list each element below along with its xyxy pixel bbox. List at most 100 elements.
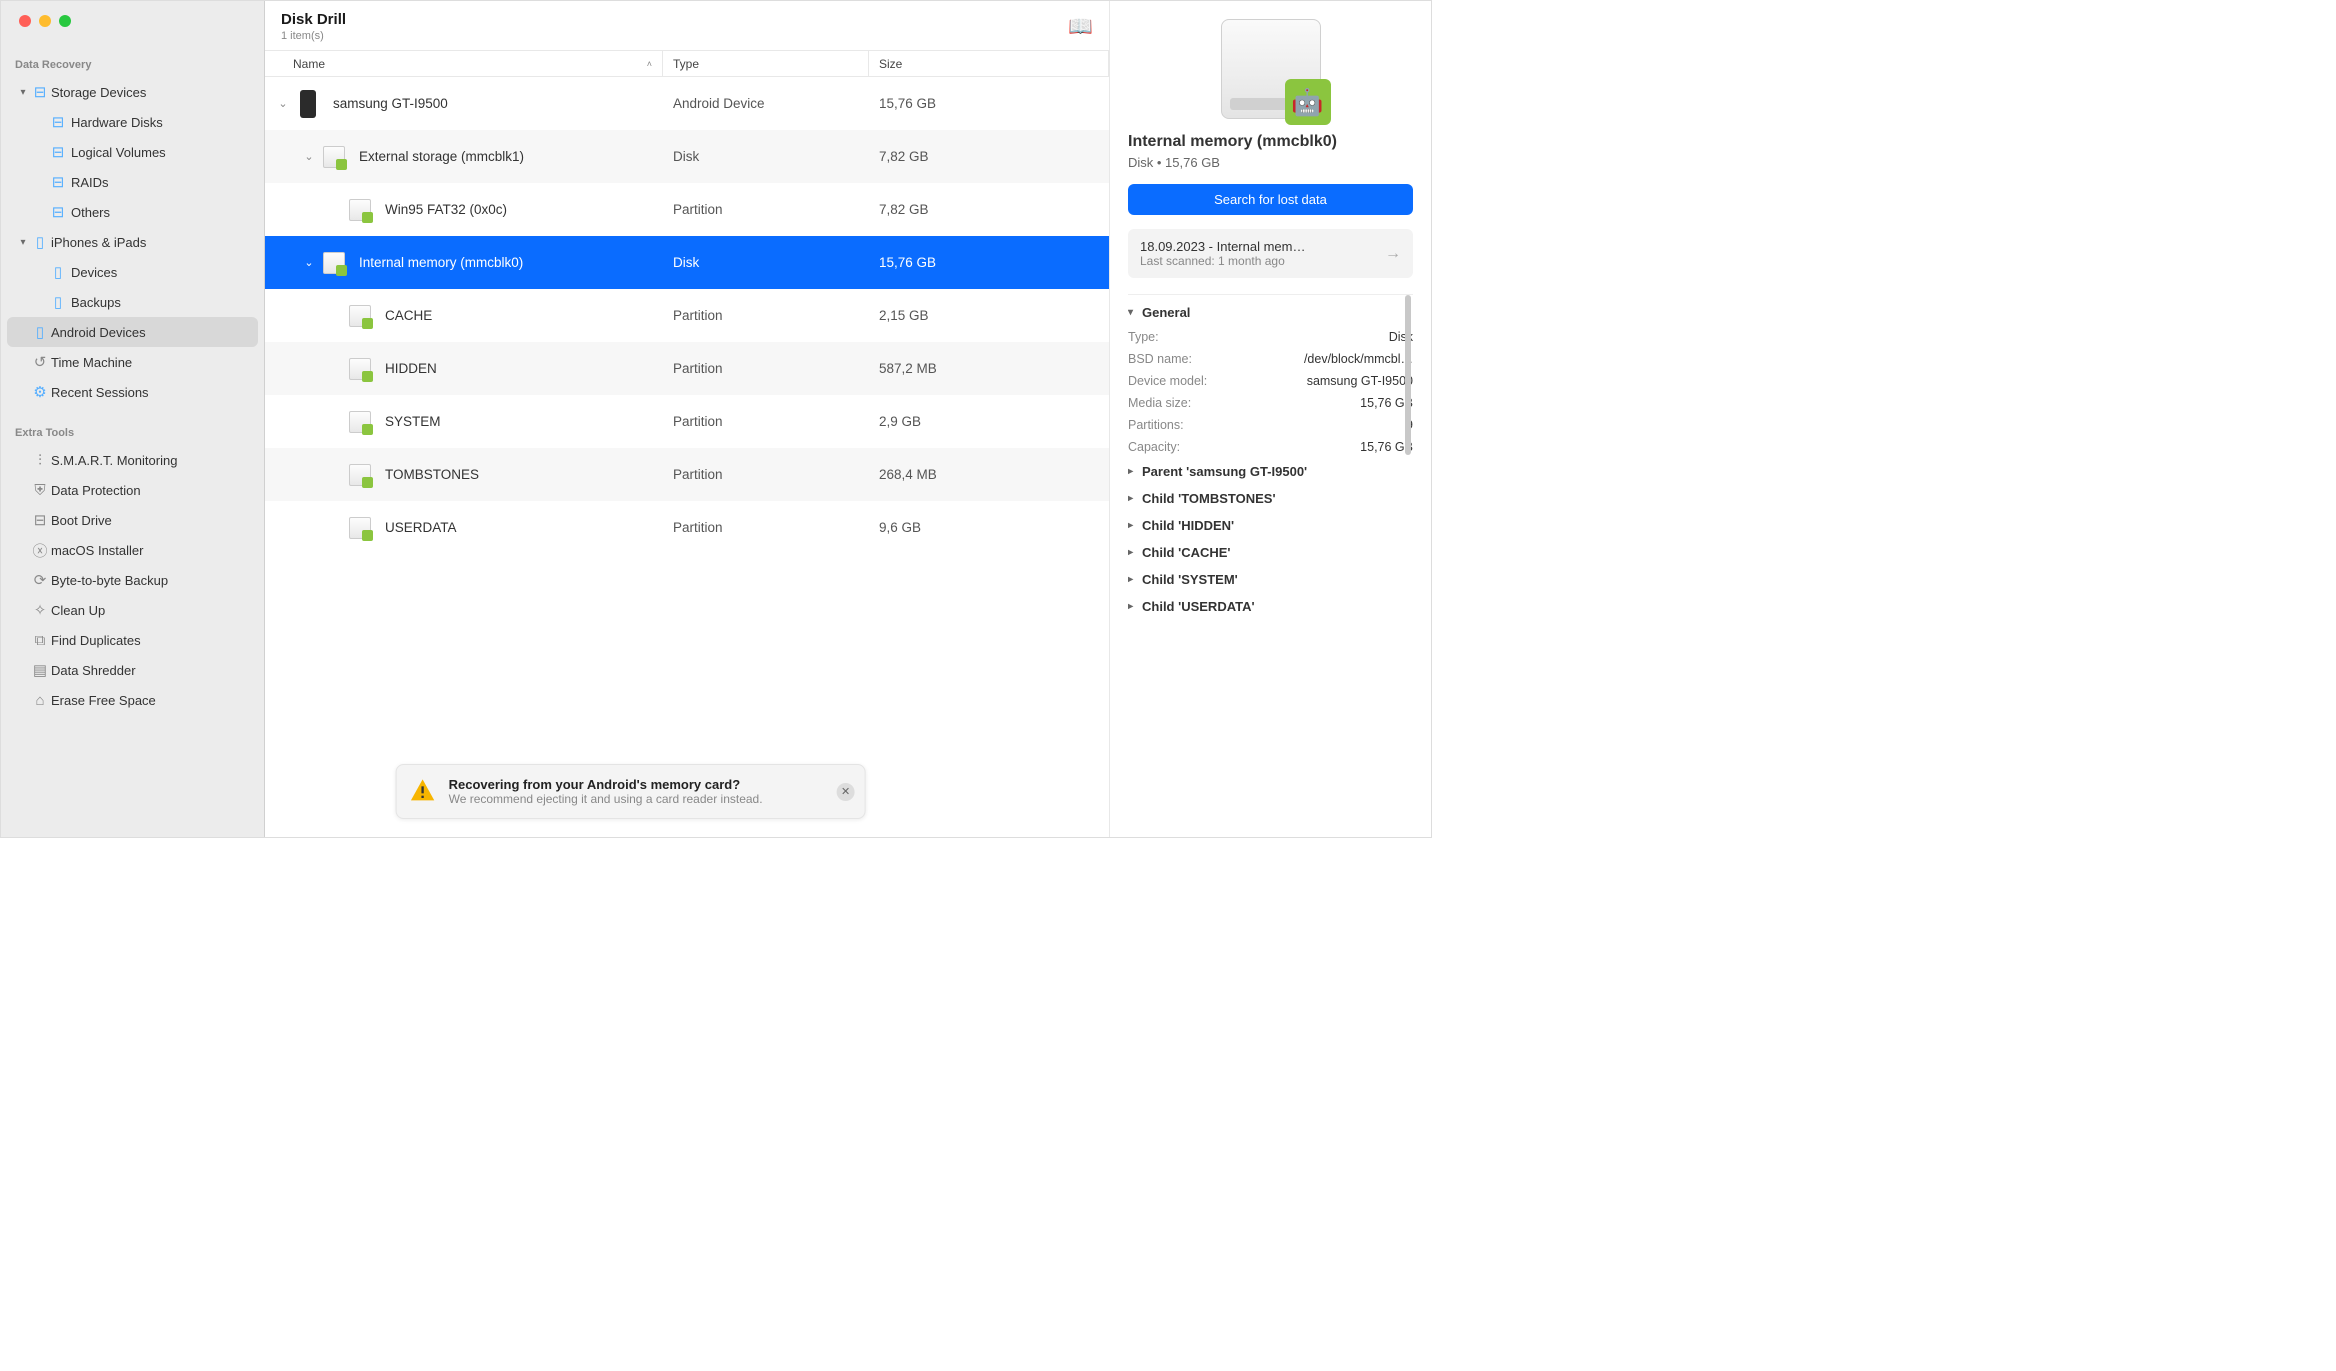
detail-subtitle: Disk • 15,76 GB — [1128, 155, 1413, 170]
scrollbar-thumb[interactable] — [1405, 295, 1411, 455]
collapsed-section[interactable]: ▸Child 'CACHE' — [1128, 539, 1413, 566]
phone-icon: ▯ — [45, 263, 71, 281]
search-lost-data-button[interactable]: Search for lost data — [1128, 184, 1413, 215]
gear-icon: ⚙ — [29, 383, 51, 401]
sidebar-item-erase-free-space[interactable]: ⌂ Erase Free Space — [7, 685, 258, 715]
sidebar-label: Logical Volumes — [71, 145, 166, 160]
sidebar-item-data-protection[interactable]: ⛨ Data Protection — [7, 475, 258, 505]
disk-icon: ⊟ — [45, 173, 71, 191]
sidebar-label: Data Protection — [51, 483, 141, 498]
column-type[interactable]: Type — [663, 51, 869, 76]
chevron-right-icon: ▸ — [1128, 574, 1142, 585]
table-row[interactable]: HIDDENPartition587,2 MB — [265, 342, 1109, 395]
table-row[interactable]: ⌄External storage (mmcblk1)Disk7,82 GB — [265, 130, 1109, 183]
table-row[interactable]: CACHE Partition2,15 GB — [265, 289, 1109, 342]
phone-icon — [295, 91, 321, 117]
row-size: 268,4 MB — [869, 467, 1109, 482]
sidebar-item-iphones-ipads[interactable]: ▾ ▯ iPhones & iPads — [7, 227, 258, 257]
row-type: Partition — [663, 414, 869, 429]
sidebar-item-boot-drive[interactable]: ⊟ Boot Drive — [7, 505, 258, 535]
close-window-button[interactable] — [19, 15, 31, 27]
sidebar-item-android-devices[interactable]: ▯ Android Devices — [7, 317, 258, 347]
table-row[interactable]: USERDATAPartition9,6 GB — [265, 501, 1109, 554]
table-row[interactable]: SYSTEMPartition2,9 GB — [265, 395, 1109, 448]
row-size: 7,82 GB — [869, 202, 1109, 217]
column-label: Name — [293, 57, 325, 71]
column-name[interactable]: Name ˄ — [265, 51, 663, 76]
row-size: 2,15 GB — [869, 308, 1109, 323]
sidebar-item-hardware-disks[interactable]: ⊟ Hardware Disks — [7, 107, 258, 137]
sidebar-item-backups[interactable]: ▯ Backups — [7, 287, 258, 317]
heartbeat-icon: ⫶ — [29, 452, 51, 469]
chevron-down-icon: ▾ — [17, 87, 29, 98]
section-general[interactable]: ▾ General — [1128, 299, 1413, 326]
device-tree: ⌄samsung GT-I9500Android Device15,76 GB⌄… — [265, 77, 1109, 837]
sidebar-item-byte-backup[interactable]: ⟳ Byte-to-byte Backup — [7, 565, 258, 595]
sidebar-label: Recent Sessions — [51, 385, 149, 400]
arrow-right-icon: → — [1385, 245, 1401, 263]
minimize-window-button[interactable] — [39, 15, 51, 27]
collapsed-section[interactable]: ▸Parent 'samsung GT-I9500' — [1128, 458, 1413, 485]
sidebar-item-smart[interactable]: ⫶ S.M.A.R.T. Monitoring — [7, 445, 258, 475]
toast-close-button[interactable]: ✕ — [837, 783, 855, 801]
property-key: BSD name: — [1128, 352, 1192, 366]
property-key: Capacity: — [1128, 440, 1180, 454]
sidebar-item-storage-devices[interactable]: ▾ ⊟ Storage Devices — [7, 77, 258, 107]
sidebar-label: Time Machine — [51, 355, 132, 370]
sidebar-label: Data Shredder — [51, 663, 136, 678]
row-type: Partition — [663, 202, 869, 217]
chevron-down-icon[interactable]: ⌄ — [297, 150, 321, 163]
chevron-down-icon[interactable]: ⌄ — [271, 97, 295, 110]
table-row[interactable]: ⌄Internal memory (mmcblk0)Disk15,76 GB — [265, 236, 1109, 289]
warning-icon — [409, 777, 437, 805]
sidebar-item-others[interactable]: ⊟ Others — [7, 197, 258, 227]
column-size[interactable]: Size — [869, 51, 1109, 76]
scrollbar-track — [1405, 295, 1411, 827]
sidebar-section-data-recovery: Data Recovery — [1, 53, 264, 77]
row-name: CACHE — [385, 308, 432, 323]
sidebar-item-recent-sessions[interactable]: ⚙ Recent Sessions — [7, 377, 258, 407]
chevron-down-icon[interactable]: ⌄ — [297, 256, 321, 269]
row-type: Partition — [663, 308, 869, 323]
table-row[interactable]: Win95 FAT32 (0x0c)Partition7,82 GB — [265, 183, 1109, 236]
row-name: samsung GT-I9500 — [333, 96, 448, 111]
row-size: 15,76 GB — [869, 96, 1109, 111]
sidebar-item-devices[interactable]: ▯ Devices — [7, 257, 258, 287]
header: Disk Drill 1 item(s) 📖 — [265, 1, 1109, 51]
collapsed-section[interactable]: ▸Child 'USERDATA' — [1128, 593, 1413, 620]
sidebar-label: Devices — [71, 265, 117, 280]
table-row[interactable]: ⌄samsung GT-I9500Android Device15,76 GB — [265, 77, 1109, 130]
collapsed-section[interactable]: ▸Child 'TOMBSTONES' — [1128, 485, 1413, 512]
sidebar-label: Boot Drive — [51, 513, 112, 528]
sidebar-label: Android Devices — [51, 325, 146, 340]
android-badge-icon: 🤖 — [1285, 79, 1331, 125]
drive-icon — [321, 144, 347, 170]
phone-icon: ▯ — [29, 323, 51, 341]
property-row: Partitions:9 — [1128, 414, 1413, 436]
disk-icon: ⊟ — [29, 83, 51, 101]
sidebar-label: macOS Installer — [51, 543, 143, 558]
sidebar-label: Hardware Disks — [71, 115, 163, 130]
sidebar-item-time-machine[interactable]: ↺ Time Machine — [7, 347, 258, 377]
table-row[interactable]: TOMBSTONESPartition268,4 MB — [265, 448, 1109, 501]
info-scroll: ▾ General Type:DiskBSD name:/dev/block/m… — [1128, 294, 1413, 827]
sidebar-item-logical-volumes[interactable]: ⊟ Logical Volumes — [7, 137, 258, 167]
session-card[interactable]: 18.09.2023 - Internal mem… Last scanned:… — [1128, 229, 1413, 278]
session-subtitle: Last scanned: 1 month ago — [1140, 254, 1385, 268]
session-title: 18.09.2023 - Internal mem… — [1140, 239, 1385, 254]
property-row: BSD name:/dev/block/mmcbl… — [1128, 348, 1413, 370]
sidebar-item-raids[interactable]: ⊟ RAIDs — [7, 167, 258, 197]
drive-icon — [347, 303, 373, 329]
collapsed-section[interactable]: ▸Child 'SYSTEM' — [1128, 566, 1413, 593]
property-key: Media size: — [1128, 396, 1191, 410]
collapsed-section[interactable]: ▸Child 'HIDDEN' — [1128, 512, 1413, 539]
sidebar-item-find-duplicates[interactable]: ⧉ Find Duplicates — [7, 625, 258, 655]
sidebar-item-macos-installer[interactable]: ⓧ macOS Installer — [7, 535, 258, 565]
sidebar-item-clean-up[interactable]: ✧ Clean Up — [7, 595, 258, 625]
help-book-icon[interactable]: 📖 — [1068, 14, 1093, 39]
shield-icon: ⛨ — [29, 482, 51, 499]
sidebar-item-data-shredder[interactable]: ▤ Data Shredder — [7, 655, 258, 685]
maximize-window-button[interactable] — [59, 15, 71, 27]
sparkle-icon: ✧ — [29, 601, 51, 619]
phone-icon: ▯ — [45, 293, 71, 311]
